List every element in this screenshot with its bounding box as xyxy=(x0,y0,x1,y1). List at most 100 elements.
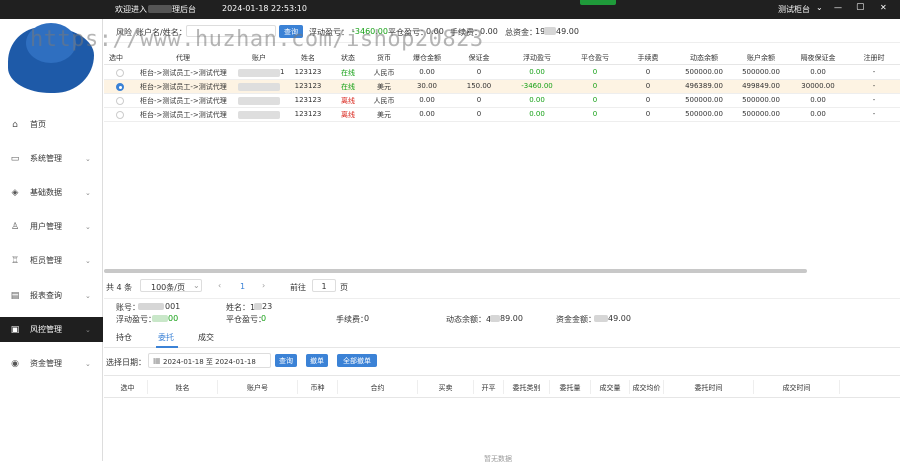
next-page-button[interactable]: › xyxy=(262,281,265,290)
fund-icon: ◉ xyxy=(11,358,19,369)
detail-account-suffix: 001 xyxy=(165,302,181,311)
orders-column-header[interactable]: 姓名 xyxy=(148,380,218,394)
orders-column-header[interactable]: 成交均价 xyxy=(630,380,664,394)
orders-column-header[interactable]: 账户号 xyxy=(218,380,298,394)
orders-column-header[interactable]: 委托类别 xyxy=(504,380,550,394)
detail-float-suffix: 00 xyxy=(168,314,179,323)
column-header[interactable]: 动态余额 xyxy=(676,53,732,63)
table-row[interactable]: 柜台->测试员工->测试代理 123123 在线 美元 30.00 150.00 -3460… xyxy=(104,80,900,94)
table-row[interactable]: 柜台->测试员工->测试代理 123123 离线 人民币 0.00 0 0.00 0 0 5000… xyxy=(104,94,900,108)
pagination: 共 4 条 100条/页 ⌄ ‹ 1 › 前往 1 页 xyxy=(104,277,900,295)
name-cell: 123123 xyxy=(294,110,322,118)
detail-name-label: 姓名：1 xyxy=(226,303,256,312)
cancel-order-button[interactable]: 撤单 xyxy=(306,354,328,367)
sidebar-item-0[interactable]: ⌂ 首页 xyxy=(0,112,103,137)
row-radio[interactable] xyxy=(116,97,124,105)
minimize-button[interactable]: — xyxy=(834,3,842,12)
table-row[interactable]: 柜台->测试员工->测试代理 123123 离线 美元 0.00 0 0.00 0 0 50000… xyxy=(104,108,900,122)
column-header[interactable]: 保证金 xyxy=(454,53,504,63)
sidebar-item-4[interactable]: ♖ 柜员管理 ⌄ xyxy=(0,248,103,273)
prev-page-button[interactable]: ‹ xyxy=(218,281,221,290)
risk-label: 风险 xyxy=(116,28,132,37)
orders-column-header[interactable]: 委托量 xyxy=(550,380,591,394)
dynamic-cell: 500000.00 xyxy=(685,110,723,118)
sidebar-item-7[interactable]: ◉ 资金管理 ⌄ xyxy=(0,351,103,376)
balance-cell: 500000.00 xyxy=(742,96,780,104)
sidebar-item-2[interactable]: ◈ 基础数据 ⌄ xyxy=(0,180,103,205)
row-radio[interactable] xyxy=(116,83,124,91)
column-header[interactable]: 隔夜保证金 xyxy=(789,53,847,63)
total-count: 共 4 条 xyxy=(106,283,133,292)
chevron-down-icon[interactable]: ⌄ xyxy=(816,3,823,12)
redacted-total xyxy=(594,315,608,322)
orders-toolbar: 选择日期： ▦ 2024-01-18 至 2024-01-18 查询 撤单 全部… xyxy=(104,351,900,371)
detail-close-label: 平仓盈亏： xyxy=(226,315,266,324)
status-cell: 离线 xyxy=(341,111,355,119)
page-number[interactable]: 1 xyxy=(240,282,245,291)
orders-column-header[interactable]: 币种 xyxy=(298,380,338,394)
column-header[interactable]: 状态 xyxy=(332,53,364,63)
goto-label: 前往 xyxy=(290,283,306,292)
column-header[interactable]: 代理 xyxy=(138,53,228,63)
goto-page-input[interactable]: 1 xyxy=(312,279,336,292)
empty-message: 暂无数据 xyxy=(484,455,512,463)
close-cell: 0 xyxy=(592,82,598,90)
column-header[interactable]: 手续费 xyxy=(624,53,672,63)
agent-cell: 柜台->测试员工->测试代理 xyxy=(140,69,227,77)
column-header[interactable]: 浮动盈亏 xyxy=(509,53,565,63)
column-header[interactable]: 姓名 xyxy=(288,53,328,63)
column-header[interactable]: 爆仓金额 xyxy=(404,53,450,63)
liq-cell: 0.00 xyxy=(419,110,435,118)
orders-search-button[interactable]: 查询 xyxy=(275,354,297,367)
row-radio[interactable] xyxy=(116,111,124,119)
account-cell xyxy=(238,83,280,91)
orders-column-header[interactable]: 买卖 xyxy=(418,380,474,394)
page-size-select[interactable]: 100条/页 ⌄ xyxy=(140,279,202,292)
table-row[interactable]: 柜台->测试员工->测试代理 1 123123 在线 人民币 0.00 0 0.00 0 0 500… xyxy=(104,66,900,80)
orders-column-header[interactable]: 开平 xyxy=(474,380,504,394)
column-header[interactable]: 账户 xyxy=(230,53,288,63)
sidebar-item-6[interactable]: ▣ 风控管理 ⌄ xyxy=(0,317,103,342)
tab-1[interactable]: 委托 xyxy=(158,332,174,343)
maximize-button[interactable]: ▢ xyxy=(856,2,865,12)
close-button[interactable]: ✕ xyxy=(880,3,887,12)
column-header[interactable]: 注册时 xyxy=(849,53,899,63)
row-radio[interactable] xyxy=(116,69,124,77)
sidebar-item-1[interactable]: ▭ 系统管理 ⌄ xyxy=(0,146,103,171)
orders-column-header[interactable]: 成交量 xyxy=(591,380,630,394)
margin-cell: 150.00 xyxy=(466,82,492,90)
overnight-cell: 0.00 xyxy=(810,110,826,118)
tab-2[interactable]: 成交 xyxy=(198,332,214,343)
detail-fee-value: 0 xyxy=(364,314,370,323)
fee-cell: 0 xyxy=(645,110,651,118)
chevron-down-icon: ⌄ xyxy=(85,154,91,163)
orders-column-header[interactable]: 选中 xyxy=(108,380,148,394)
detail-name-suffix: 23 xyxy=(262,302,273,311)
chevron-down-icon: ⌄ xyxy=(85,291,91,300)
total-funds-label: 总资金： xyxy=(505,28,537,37)
datetime: 2024-01-18 22:53:10 xyxy=(222,4,307,13)
cancel-all-button[interactable]: 全部撤单 xyxy=(337,354,377,367)
column-header[interactable]: 货币 xyxy=(366,53,402,63)
search-button[interactable]: 查询 xyxy=(279,25,303,38)
date-range-picker[interactable]: ▦ 2024-01-18 至 2024-01-18 xyxy=(148,353,271,368)
column-header[interactable]: 平仓盈亏 xyxy=(569,53,621,63)
user-menu[interactable]: 测试柜台 xyxy=(778,4,810,15)
column-header[interactable]: 选中 xyxy=(104,53,128,63)
column-header[interactable]: 账户余额 xyxy=(735,53,787,63)
agent-cell: 柜台->测试员工->测试代理 xyxy=(140,97,227,105)
float-cell: -3460.00 xyxy=(521,82,553,90)
account-search-input[interactable] xyxy=(186,25,276,37)
logo xyxy=(6,19,98,99)
sidebar-item-3[interactable]: ♙ 用户管理 ⌄ xyxy=(0,214,103,239)
fee-cell: 0 xyxy=(645,96,651,104)
orders-column-header[interactable]: 委托时间 xyxy=(664,380,754,394)
close-cell: 0 xyxy=(592,110,598,118)
sidebar-item-label: 柜员管理 xyxy=(30,256,62,265)
tab-0[interactable]: 持仓 xyxy=(116,332,132,343)
agent-cell: 柜台->测试员工->测试代理 xyxy=(140,83,227,91)
horizontal-scrollbar[interactable] xyxy=(104,269,807,273)
orders-column-header[interactable]: 成交时间 xyxy=(754,380,840,394)
sidebar-item-5[interactable]: ▤ 报表查询 ⌄ xyxy=(0,283,103,308)
orders-column-header[interactable]: 合约 xyxy=(338,380,418,394)
